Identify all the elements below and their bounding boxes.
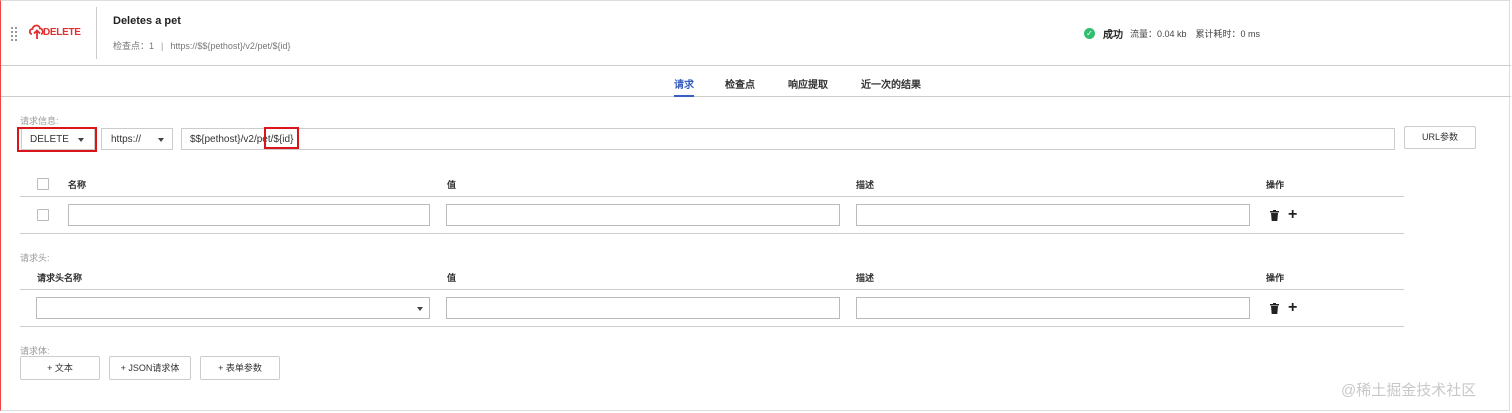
divider: [96, 7, 97, 59]
add-text-body-button[interactable]: + 文本: [20, 356, 100, 380]
tab-response-extract[interactable]: 响应提取: [788, 76, 828, 97]
step-title: Deletes a pet: [113, 15, 181, 27]
select-all-checkbox[interactable]: [37, 178, 49, 190]
url-input[interactable]: $${pethost}/v2/pet/${id}: [181, 128, 1395, 150]
add-row-icon[interactable]: +: [1288, 300, 1297, 316]
add-json-body-button[interactable]: + JSON请求体: [109, 356, 191, 380]
column-header-header-name: 请求头名称: [37, 273, 83, 283]
header-value-input[interactable]: [446, 297, 840, 319]
column-header-action: 操作: [1266, 273, 1285, 283]
trash-icon[interactable]: [1270, 303, 1279, 314]
param-desc-input[interactable]: [856, 204, 1250, 226]
tab-checkpoints[interactable]: 检查点: [725, 76, 755, 97]
method-highlight-box: [17, 127, 97, 152]
table-divider: [20, 289, 1404, 290]
trash-icon[interactable]: [1270, 210, 1279, 221]
run-status: ✓ 成功 流量：0.04 kb 累计耗时：0 ms: [1084, 26, 1260, 41]
header-desc-input[interactable]: [856, 297, 1250, 319]
path-param-highlight-box: [264, 127, 299, 149]
url-params-button[interactable]: URL参数: [1404, 126, 1476, 149]
column-header-value: 值: [447, 273, 457, 283]
param-name-input[interactable]: [68, 204, 430, 226]
add-form-params-button[interactable]: + 表单参数: [200, 356, 280, 380]
method-badge: DELETE: [29, 21, 89, 43]
row-checkbox[interactable]: [37, 209, 49, 221]
tab-latest-result[interactable]: 近一次的结果: [861, 76, 921, 97]
request-headers-label: 请求头:: [20, 253, 50, 263]
table-divider: [20, 196, 1404, 197]
checkpoint-label: 检查点：: [113, 41, 150, 51]
method-badge-label: DELETE: [43, 27, 81, 38]
checkpoint-count: 1: [149, 41, 155, 51]
step-subtitle: 检查点：1 | https://$${pethost}/v2/pet/${id}: [113, 39, 290, 52]
elapsed-text: 累计耗时：0 ms: [1195, 29, 1261, 39]
add-row-icon[interactable]: +: [1288, 207, 1297, 223]
table-divider: [20, 233, 1404, 234]
column-header-action: 操作: [1266, 180, 1285, 190]
success-check-icon: ✓: [1084, 28, 1095, 39]
column-header-value: 值: [447, 180, 457, 190]
column-header-desc: 描述: [856, 180, 875, 190]
chevron-down-icon: [158, 138, 164, 142]
watermark: @稀土掘金技术社区: [1341, 382, 1477, 399]
api-step-card: DELETE Deletes a pet 检查点：1 | https://$${pe…: [0, 0, 1511, 411]
traffic-text: 流量：0.04 kb: [1130, 29, 1187, 39]
protocol-value: https://: [111, 134, 142, 145]
tab-bar: 请求 检查点 响应提取 近一次的结果: [1, 67, 1511, 97]
column-header-name: 名称: [68, 180, 87, 190]
chevron-down-icon: [417, 307, 423, 311]
request-info-label: 请求信息:: [20, 116, 59, 126]
column-header-desc: 描述: [856, 273, 875, 283]
drag-handle-icon[interactable]: [11, 27, 19, 41]
status-text: 成功: [1103, 30, 1123, 41]
param-value-input[interactable]: [446, 204, 840, 226]
protocol-select[interactable]: https://: [101, 128, 173, 150]
step-header: DELETE Deletes a pet 检查点：1 | https://$${pe…: [1, 1, 1511, 66]
step-url: https://$${pethost}/v2/pet/${id}: [170, 41, 291, 51]
table-divider: [20, 326, 1404, 327]
tab-request[interactable]: 请求: [674, 76, 694, 97]
header-name-select[interactable]: [36, 297, 430, 319]
subtitle-separator: |: [161, 41, 164, 51]
